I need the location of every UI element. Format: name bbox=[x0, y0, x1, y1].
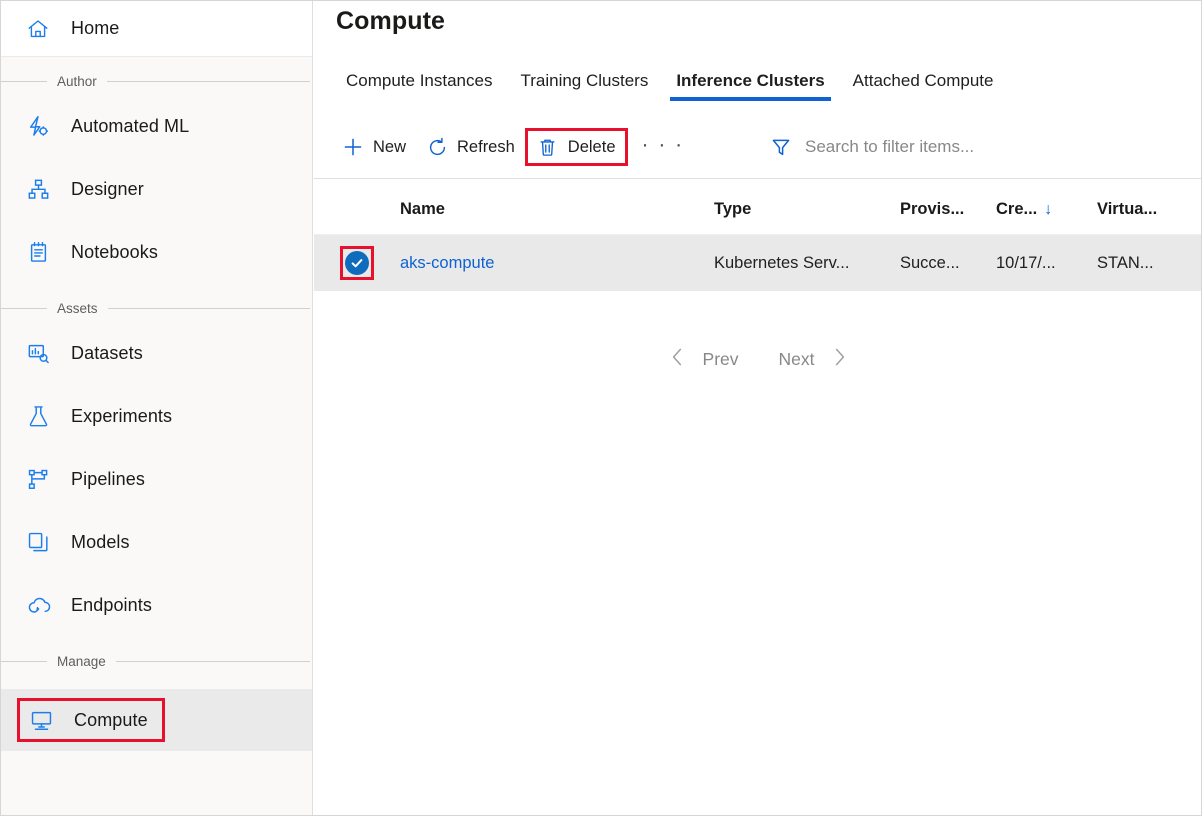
row-cell-type: Kubernetes Serv... bbox=[714, 254, 900, 273]
tab-label: Inference Clusters bbox=[676, 71, 824, 90]
section-label-manage: Manage bbox=[47, 654, 116, 669]
new-button-label: New bbox=[373, 138, 406, 157]
sidebar-item-pipelines[interactable]: Pipelines bbox=[1, 448, 312, 511]
prev-page-button[interactable]: Prev bbox=[697, 349, 745, 370]
header-label-created: Cre... bbox=[996, 200, 1037, 219]
compute-highlight-box: Compute bbox=[17, 698, 165, 742]
refresh-button[interactable]: Refresh bbox=[416, 129, 525, 165]
sidebar-item-automated-ml[interactable]: Automated ML bbox=[1, 95, 312, 158]
filter-funnel-icon bbox=[769, 135, 793, 159]
table-pagination: Prev Next bbox=[314, 337, 1202, 381]
tab-compute-instances[interactable]: Compute Instances bbox=[332, 69, 506, 105]
pipelines-icon bbox=[25, 467, 51, 493]
sidebar-item-label-pipelines: Pipelines bbox=[71, 469, 145, 490]
header-cell-name[interactable]: Name bbox=[400, 200, 714, 219]
row-cell-provisioning-state: Succe... bbox=[900, 254, 996, 273]
search-placeholder-text: Search to filter items... bbox=[805, 137, 974, 157]
more-commands-button[interactable]: · · · bbox=[628, 134, 699, 155]
tab-inference-clusters[interactable]: Inference Clusters bbox=[662, 69, 838, 105]
tab-attached-compute[interactable]: Attached Compute bbox=[839, 69, 1008, 105]
refresh-button-label: Refresh bbox=[457, 138, 515, 157]
header-label-name: Name bbox=[400, 200, 445, 219]
row-cell-created-on: 10/17/... bbox=[996, 254, 1097, 273]
row-cell-name: aks-compute bbox=[400, 254, 714, 273]
command-toolbar: New Refresh bbox=[332, 127, 698, 167]
models-icon bbox=[25, 530, 51, 556]
automated-ml-icon bbox=[25, 114, 51, 140]
sidebar-section-author: Author bbox=[1, 67, 312, 95]
new-button[interactable]: New bbox=[332, 129, 416, 165]
sidebar-item-compute[interactable]: Compute bbox=[1, 689, 312, 751]
sidebar-item-label-datasets: Datasets bbox=[71, 343, 143, 364]
header-cell-created-on[interactable]: Cre... ↓ bbox=[996, 200, 1097, 219]
compute-tabs: Compute Instances Training Clusters Infe… bbox=[332, 69, 1007, 105]
header-cell-type[interactable]: Type bbox=[714, 200, 900, 219]
search-filter-input[interactable]: Search to filter items... bbox=[769, 127, 974, 167]
compute-name-link[interactable]: aks-compute bbox=[400, 254, 494, 272]
section-rule-right bbox=[108, 308, 310, 309]
sidebar-item-datasets[interactable]: Datasets bbox=[1, 322, 312, 385]
tab-label: Compute Instances bbox=[346, 71, 492, 90]
trash-icon bbox=[537, 136, 559, 158]
sort-descending-icon: ↓ bbox=[1044, 201, 1052, 219]
toolbar-separator bbox=[314, 178, 1202, 179]
delete-button-label: Delete bbox=[568, 138, 616, 157]
section-label-assets: Assets bbox=[47, 301, 108, 316]
section-label-author: Author bbox=[47, 74, 107, 89]
checkbox-highlight-box bbox=[340, 246, 374, 280]
delete-button[interactable]: Delete bbox=[525, 128, 628, 166]
header-label-type: Type bbox=[714, 200, 751, 219]
sidebar-item-label-experiments: Experiments bbox=[71, 406, 172, 427]
designer-icon bbox=[25, 177, 51, 203]
plus-icon bbox=[342, 136, 364, 158]
inference-clusters-table: Name Type Provis... Cre... ↓ Virtua... bbox=[314, 185, 1202, 291]
header-label-provisioning: Provis... bbox=[900, 200, 964, 219]
sidebar-item-label-automated-ml: Automated ML bbox=[71, 116, 189, 137]
tab-label: Attached Compute bbox=[853, 71, 994, 90]
sidebar-item-label-compute: Compute bbox=[74, 710, 148, 731]
page-title: Compute bbox=[336, 7, 445, 36]
row-cell-virtual-machine-size: STAN... bbox=[1097, 254, 1197, 273]
section-rule-left bbox=[1, 308, 47, 309]
sidebar-item-home[interactable]: Home bbox=[1, 1, 312, 57]
experiments-flask-icon bbox=[25, 404, 51, 430]
refresh-icon bbox=[426, 136, 448, 158]
table-row[interactable]: aks-compute Kubernetes Serv... Succe... … bbox=[314, 235, 1202, 291]
main-content-panel: Compute Compute Instances Training Clust… bbox=[314, 1, 1202, 816]
chevron-left-icon[interactable] bbox=[657, 345, 697, 373]
header-cell-virtual-machine-size[interactable]: Virtua... bbox=[1097, 200, 1197, 219]
next-page-button[interactable]: Next bbox=[773, 349, 821, 370]
sidebar-item-label-notebooks: Notebooks bbox=[71, 242, 158, 263]
row-select-cell bbox=[314, 246, 400, 280]
table-header-row: Name Type Provis... Cre... ↓ Virtua... bbox=[314, 185, 1202, 235]
section-rule-right bbox=[116, 661, 310, 662]
tab-training-clusters[interactable]: Training Clusters bbox=[506, 69, 662, 105]
sidebar-item-label-designer: Designer bbox=[71, 179, 144, 200]
sidebar-item-experiments[interactable]: Experiments bbox=[1, 385, 312, 448]
sidebar-section-manage: Manage bbox=[1, 647, 312, 675]
chevron-right-icon[interactable] bbox=[820, 345, 860, 373]
sidebar-item-label-models: Models bbox=[71, 532, 130, 553]
header-cell-provisioning-state[interactable]: Provis... bbox=[900, 200, 996, 219]
sidebar-item-endpoints[interactable]: Endpoints bbox=[1, 574, 312, 637]
home-icon bbox=[25, 16, 51, 42]
datasets-icon bbox=[25, 341, 51, 367]
compute-monitor-icon bbox=[28, 707, 54, 733]
azure-ml-studio-window: Home Author Automated ML bbox=[0, 0, 1202, 816]
sidebar-item-label-home: Home bbox=[71, 18, 119, 39]
endpoints-cloud-icon bbox=[25, 593, 51, 619]
sidebar-item-notebooks[interactable]: Notebooks bbox=[1, 221, 312, 284]
notebooks-icon bbox=[25, 240, 51, 266]
tab-label: Training Clusters bbox=[520, 71, 648, 90]
left-navigation-sidebar: Home Author Automated ML bbox=[1, 1, 313, 816]
sidebar-item-models[interactable]: Models bbox=[1, 511, 312, 574]
header-label-virtual: Virtua... bbox=[1097, 200, 1157, 219]
section-rule-right bbox=[107, 81, 310, 82]
sidebar-section-assets: Assets bbox=[1, 294, 312, 322]
section-rule-left bbox=[1, 81, 47, 82]
sidebar-item-label-endpoints: Endpoints bbox=[71, 595, 152, 616]
sidebar-item-designer[interactable]: Designer bbox=[1, 158, 312, 221]
section-rule-left bbox=[1, 661, 47, 662]
row-checkbox-checked[interactable] bbox=[345, 251, 369, 275]
